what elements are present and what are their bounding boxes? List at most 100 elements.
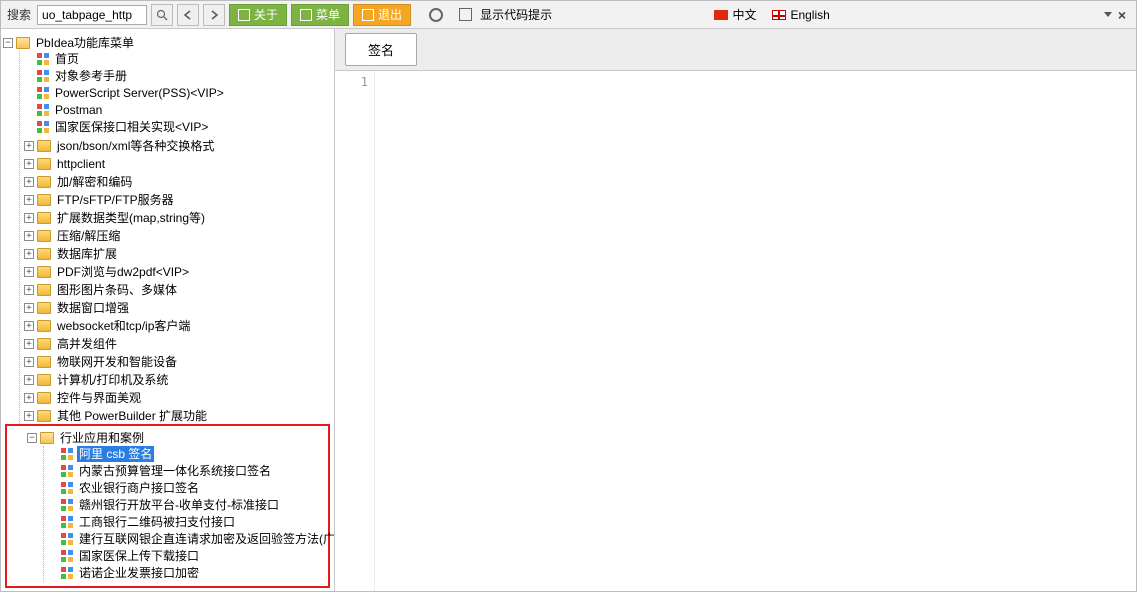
tree-item-pbidea-docs[interactable]: PbIdea相关文档 xyxy=(54,590,144,591)
tree-item[interactable]: 首页 xyxy=(53,51,81,67)
grid-icon xyxy=(61,516,73,528)
nav-back-button[interactable] xyxy=(177,4,199,26)
tree-item[interactable]: 赣州银行开放平台-收单支付-标准接口 xyxy=(77,497,281,513)
grid-icon xyxy=(61,550,73,562)
show-code-tip-label: 显示代码提示 xyxy=(480,6,552,23)
tree-item[interactable]: 诺诺企业发票接口加密 xyxy=(77,565,201,581)
folder-icon xyxy=(37,140,51,152)
tree-item[interactable]: 建行互联网银企直连请求加密及返回验签方法(广州) xyxy=(77,531,335,547)
tree-item[interactable]: json/bson/xml等各种交换格式 xyxy=(55,138,216,154)
toolbar-dropdown-icon[interactable] xyxy=(1104,12,1112,17)
about-button[interactable]: 关于 xyxy=(229,4,287,26)
flag-cn-icon xyxy=(714,10,728,20)
code-area[interactable] xyxy=(375,71,1136,591)
expand-toggle[interactable]: + xyxy=(24,159,34,169)
expand-toggle[interactable]: + xyxy=(24,303,34,313)
search-button[interactable] xyxy=(151,4,173,26)
line-gutter: 1 xyxy=(335,71,375,591)
expand-toggle[interactable]: + xyxy=(24,267,34,277)
expand-toggle[interactable]: + xyxy=(24,141,34,151)
tree-root-label[interactable]: PbIdea功能库菜单 xyxy=(34,35,136,51)
grid-icon xyxy=(61,499,73,511)
toolbar: 搜索 关于 菜单 退出 显示代码提示 中文 English × xyxy=(1,1,1136,29)
tree-item[interactable]: 对象参考手册 xyxy=(53,68,129,84)
lang-chinese-button[interactable]: 中文 xyxy=(708,6,762,23)
main-area: − PbIdea功能库菜单 首页对象参考手册PowerScript Server… xyxy=(1,29,1136,591)
folder-icon xyxy=(37,230,51,242)
tree-item[interactable]: 控件与界面美观 xyxy=(55,390,143,406)
line-number: 1 xyxy=(335,75,368,89)
tree-panel[interactable]: − PbIdea功能库菜单 首页对象参考手册PowerScript Server… xyxy=(1,29,335,591)
expand-toggle[interactable]: + xyxy=(24,285,34,295)
tree-item[interactable]: 图形图片条码、多媒体 xyxy=(55,282,179,298)
expand-toggle[interactable]: + xyxy=(24,177,34,187)
grid-icon xyxy=(37,53,49,65)
search-input[interactable] xyxy=(37,5,147,25)
show-code-tip-checkbox[interactable] xyxy=(459,8,472,21)
tree-item[interactable]: 国家医保上传下载接口 xyxy=(77,548,201,564)
clear-icon[interactable] xyxy=(429,8,443,22)
expand-toggle[interactable]: − xyxy=(27,433,37,443)
tree-item[interactable]: 国家医保接口相关实现<VIP> xyxy=(53,119,210,135)
tree-item[interactable]: 阿里 csb 签名 xyxy=(77,446,154,462)
tree-item[interactable]: 高并发组件 xyxy=(55,336,119,352)
folder-icon xyxy=(37,356,51,368)
expand-toggle[interactable]: + xyxy=(24,375,34,385)
close-panel-icon[interactable]: × xyxy=(1118,7,1126,23)
tree-item-industry-cases[interactable]: 行业应用和案例 xyxy=(58,430,146,446)
tree-item[interactable]: Postman xyxy=(53,102,104,118)
tree-item[interactable]: FTP/sFTP/FTP服务器 xyxy=(55,192,176,208)
tree-item[interactable]: 压缩/解压缩 xyxy=(55,228,122,244)
tree-item[interactable]: 数据库扩展 xyxy=(55,246,119,262)
expand-toggle[interactable]: + xyxy=(24,339,34,349)
grid-icon xyxy=(37,121,49,133)
tree-item[interactable]: httpclient xyxy=(55,156,107,172)
app-window: 搜索 关于 菜单 退出 显示代码提示 中文 English × xyxy=(0,0,1137,592)
folder-icon xyxy=(37,374,51,386)
grid-icon xyxy=(37,70,49,82)
folder-icon xyxy=(37,266,51,278)
expand-toggle[interactable]: + xyxy=(24,249,34,259)
tree-item[interactable]: 内蒙古预算管理一体化系统接口签名 xyxy=(77,463,273,479)
code-editor[interactable]: 1 xyxy=(335,71,1136,591)
expand-toggle[interactable]: + xyxy=(24,393,34,403)
grid-icon xyxy=(61,482,73,494)
tree-item[interactable]: PowerScript Server(PSS)<VIP> xyxy=(53,85,226,101)
tab-signature[interactable]: 签名 xyxy=(345,33,417,66)
tree-item[interactable]: 扩展数据类型(map,string等) xyxy=(55,210,207,226)
folder-icon xyxy=(37,302,51,314)
nav-forward-button[interactable] xyxy=(203,4,225,26)
expand-toggle[interactable]: + xyxy=(24,357,34,367)
folder-icon xyxy=(37,194,51,206)
folder-icon xyxy=(37,248,51,260)
expand-toggle[interactable]: + xyxy=(24,321,34,331)
tree-item[interactable]: 其他 PowerBuilder 扩展功能 xyxy=(55,408,209,424)
exit-button[interactable]: 退出 xyxy=(353,4,411,26)
tree-item[interactable]: 工商银行二维码被扫支付接口 xyxy=(77,514,237,530)
tab-bar: 签名 xyxy=(335,29,1136,71)
grid-icon xyxy=(61,465,73,477)
grid-icon xyxy=(61,533,73,545)
tree-item[interactable]: 计算机/打印机及系统 xyxy=(55,372,170,388)
grid-icon xyxy=(61,567,73,579)
grid-icon xyxy=(37,104,49,116)
expand-toggle[interactable]: + xyxy=(24,231,34,241)
expand-toggle[interactable]: − xyxy=(3,38,13,48)
expand-toggle[interactable]: + xyxy=(24,195,34,205)
tree-item[interactable]: 农业银行商户接口签名 xyxy=(77,480,201,496)
tree-item[interactable]: 物联网开发和智能设备 xyxy=(55,354,179,370)
folder-icon xyxy=(37,410,51,422)
lang-english-button[interactable]: English xyxy=(766,8,835,22)
grid-icon xyxy=(37,87,49,99)
expand-toggle[interactable]: + xyxy=(24,411,34,421)
folder-icon xyxy=(37,158,51,170)
tree-item[interactable]: 加/解密和编码 xyxy=(55,174,134,190)
tree-item[interactable]: PDF浏览与dw2pdf<VIP> xyxy=(55,264,191,280)
tree-item[interactable]: 数据窗口增强 xyxy=(55,300,131,316)
flag-en-icon xyxy=(772,10,786,20)
tree-item[interactable]: websocket和tcp/ip客户端 xyxy=(55,318,192,334)
expand-toggle[interactable]: + xyxy=(24,213,34,223)
folder-icon xyxy=(37,176,51,188)
folder-icon xyxy=(37,284,51,296)
menu-button[interactable]: 菜单 xyxy=(291,4,349,26)
